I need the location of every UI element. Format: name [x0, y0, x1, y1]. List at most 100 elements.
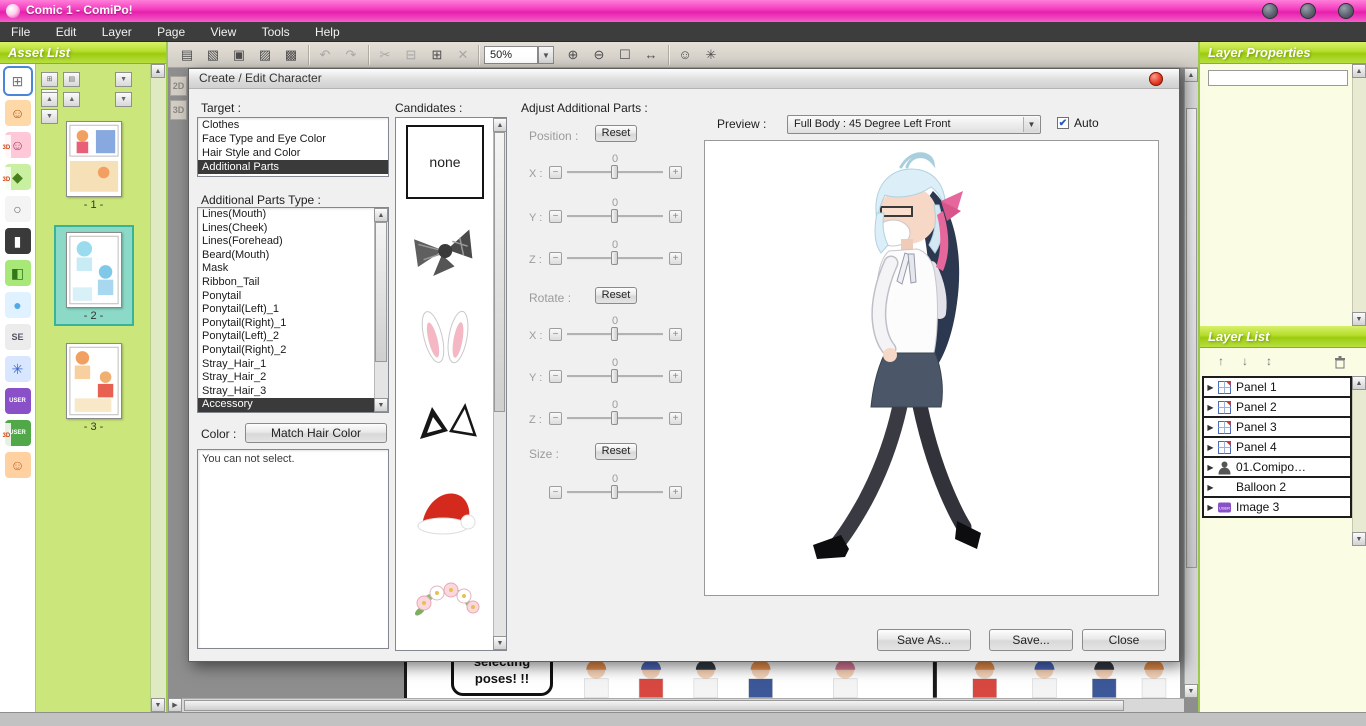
move-page-up-button-a[interactable]: ▲ [41, 92, 58, 107]
fit-width-icon[interactable]: ↔ [640, 44, 662, 66]
rotate-y-minus-button[interactable]: − [549, 370, 562, 383]
target-option-clothes[interactable]: Clothes [198, 118, 388, 132]
delete-icon[interactable]: ✕ [452, 44, 474, 66]
parts-option-ponytail-right-1[interactable]: Ponytail(Right)_1 [198, 317, 388, 331]
asset-category-sound-effect[interactable]: SE [5, 324, 31, 350]
document-horizontal-scrollbar[interactable]: ◀ ▶ [168, 698, 1184, 712]
expander-icon[interactable]: ▶ [1204, 503, 1217, 512]
delete-layer-icon[interactable] [1332, 354, 1348, 370]
slider-thumb[interactable] [611, 209, 618, 223]
layer-list-scrollbar[interactable]: ▲ ▼ [1352, 376, 1366, 546]
rotate-reset-button[interactable]: Reset [595, 287, 637, 304]
menu-tools[interactable]: Tools [251, 22, 301, 42]
asset-category-user-2d[interactable]: USER [5, 388, 31, 414]
slider-thumb[interactable] [611, 327, 618, 341]
size-slider[interactable] [567, 491, 663, 494]
scroll-up-button[interactable]: ▲ [374, 208, 388, 222]
parts-option-beard-mouth[interactable]: Beard(Mouth) [198, 249, 388, 263]
reorder-layer-icon[interactable]: ↕ [1260, 352, 1278, 370]
asset-category-character-a[interactable]: ☺ [5, 100, 31, 126]
save-button[interactable]: Save... [989, 629, 1073, 651]
parts-option-mask[interactable]: Mask [198, 262, 388, 276]
scroll-thumb[interactable] [375, 222, 387, 362]
move-page-down-button-a[interactable]: ▼ [115, 92, 132, 107]
layer-row-panel-2[interactable]: ▶ Panel 2 [1202, 396, 1352, 418]
scroll-up-button[interactable]: ▲ [1352, 64, 1366, 78]
candidates-scrollbar[interactable]: ▲ ▼ [493, 118, 506, 650]
zoom-out-icon[interactable]: ⊖ [588, 44, 610, 66]
layer-row-panel-3[interactable]: ▶ Panel 3 [1202, 416, 1352, 438]
size-reset-button[interactable]: Reset [595, 443, 637, 460]
parts-option-ponytail-left-1[interactable]: Ponytail(Left)_1 [198, 303, 388, 317]
new-page-icon[interactable]: ▤ [176, 44, 198, 66]
size-plus-button[interactable]: + [669, 486, 682, 499]
parts-option-stray-hair-2[interactable]: Stray_Hair_2 [198, 371, 388, 385]
expander-icon[interactable]: ▶ [1204, 383, 1217, 392]
position-y-minus-button[interactable]: − [549, 210, 562, 223]
layer-row-image[interactable]: ▶ USER Image 3 [1202, 496, 1352, 518]
expander-icon[interactable]: ▶ [1204, 443, 1217, 452]
open-icon[interactable]: ▧ [202, 44, 224, 66]
page-thumbnail-3[interactable]: - 3 - [56, 338, 132, 435]
move-page-down-button-b[interactable]: ▼ [41, 109, 58, 124]
page-down-button-a[interactable]: ▼ [115, 72, 132, 87]
parts-option-accessory[interactable]: Accessory [198, 398, 388, 412]
mode-3d-button[interactable]: 3D [170, 100, 187, 120]
slider-thumb[interactable] [611, 485, 618, 499]
move-page-up-button-b[interactable]: ▲ [63, 92, 80, 107]
position-y-slider[interactable] [567, 215, 663, 218]
zoom-in-icon[interactable]: ⊕ [562, 44, 584, 66]
asset-category-user-3d[interactable]: USER3D [5, 420, 31, 446]
slider-thumb[interactable] [611, 165, 618, 179]
size-minus-button[interactable]: − [549, 486, 562, 499]
menu-layer[interactable]: Layer [91, 22, 143, 42]
parts-option-lines-cheek[interactable]: Lines(Cheek) [198, 222, 388, 236]
menu-help[interactable]: Help [304, 22, 351, 42]
asset-category-character-b[interactable]: ☺ [5, 452, 31, 478]
paste-icon[interactable]: ⊞ [426, 44, 448, 66]
maximize-button[interactable] [1300, 3, 1316, 19]
character-tool-icon[interactable]: ☺ [674, 44, 696, 66]
position-x-slider[interactable] [567, 171, 663, 174]
save-as-button[interactable]: Save As... [877, 629, 971, 651]
layer-properties-scrollbar[interactable]: ▲ ▼ [1352, 64, 1366, 326]
page-thumbnail-1[interactable]: - 1 - [56, 116, 132, 213]
rotate-y-plus-button[interactable]: + [669, 370, 682, 383]
asset-category-effect-flash[interactable]: ✳ [5, 356, 31, 382]
position-y-plus-button[interactable]: + [669, 210, 682, 223]
scroll-down-button[interactable]: ▼ [1352, 532, 1366, 546]
rotate-z-slider[interactable] [567, 417, 663, 420]
parts-option-stray-hair-1[interactable]: Stray_Hair_1 [198, 358, 388, 372]
scroll-down-button[interactable]: ▼ [151, 698, 165, 712]
scroll-thumb[interactable] [494, 132, 505, 412]
auto-checkbox[interactable]: ✔ [1057, 117, 1069, 129]
candidate-item-flower-wreath[interactable] [396, 558, 494, 646]
print-icon[interactable]: ▩ [280, 44, 302, 66]
parts-option-ponytail-left-2[interactable]: Ponytail(Left)_2 [198, 330, 388, 344]
rotate-y-slider[interactable] [567, 375, 663, 378]
mode-2d-button[interactable]: 2D [170, 76, 187, 96]
scroll-down-button[interactable]: ▼ [1184, 684, 1198, 698]
rotate-x-slider[interactable] [567, 333, 663, 336]
vscroll-thumb[interactable] [1186, 108, 1197, 568]
match-hair-color-button[interactable]: Match Hair Color [245, 423, 387, 443]
zoom-level-select[interactable]: 50% [484, 46, 538, 64]
copy-icon[interactable]: ⊟ [400, 44, 422, 66]
slider-thumb[interactable] [611, 411, 618, 425]
chevron-down-icon[interactable]: ▼ [1023, 117, 1039, 132]
scroll-up-button[interactable]: ▲ [151, 64, 165, 78]
dialog-close-button[interactable] [1149, 72, 1163, 86]
rotate-z-plus-button[interactable]: + [669, 412, 682, 425]
layer-row-character[interactable]: ▶ 01.Comipo… [1202, 456, 1352, 478]
target-option-additional-parts[interactable]: Additional Parts [198, 160, 388, 174]
add-page-button[interactable]: ⊞ [41, 72, 58, 87]
asset-category-character-3d[interactable]: ☺3D [5, 132, 31, 158]
target-option-hair-style-color[interactable]: Hair Style and Color [198, 146, 388, 160]
slider-thumb[interactable] [611, 251, 618, 265]
scroll-up-button[interactable]: ▲ [1184, 68, 1198, 82]
hscroll-thumb[interactable] [184, 700, 1124, 711]
expander-icon[interactable]: ▶ [1204, 403, 1217, 412]
position-z-plus-button[interactable]: + [669, 252, 682, 265]
parts-option-ponytail-right-2[interactable]: Ponytail(Right)_2 [198, 344, 388, 358]
expander-icon[interactable]: ▶ [1204, 423, 1217, 432]
